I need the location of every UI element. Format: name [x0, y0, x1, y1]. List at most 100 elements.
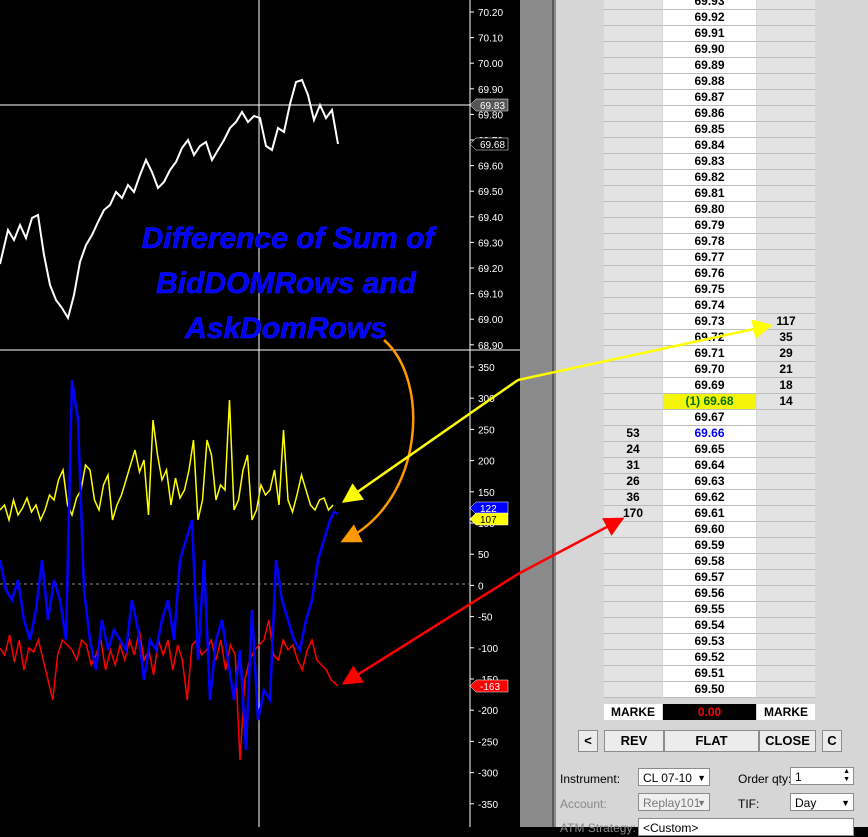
bid-cell[interactable]	[604, 170, 662, 186]
price-cell[interactable]: 69.86	[663, 106, 756, 122]
bid-cell[interactable]	[604, 186, 662, 202]
price-cell[interactable]: 69.78	[663, 234, 756, 250]
bid-cell[interactable]	[604, 90, 662, 106]
price-cell[interactable]: 69.53	[663, 634, 756, 650]
bid-cell[interactable]	[604, 0, 662, 10]
bid-cell[interactable]	[604, 554, 662, 570]
bid-cell[interactable]	[604, 682, 662, 698]
price-cell[interactable]: 69.85	[663, 122, 756, 138]
bid-cell[interactable]	[604, 202, 662, 218]
price-cell[interactable]: 69.76	[663, 266, 756, 282]
ask-cell[interactable]	[757, 618, 815, 634]
close-button[interactable]: CLOSE	[759, 730, 816, 752]
ask-cell[interactable]	[757, 266, 815, 282]
price-cell[interactable]: 69.59	[663, 538, 756, 554]
price-cell[interactable]: 69.73	[663, 314, 756, 330]
price-cell[interactable]: 69.79	[663, 218, 756, 234]
bid-cell[interactable]	[604, 410, 662, 426]
price-cell[interactable]: 69.89	[663, 58, 756, 74]
price-cell[interactable]: 69.65	[663, 442, 756, 458]
price-cell[interactable]: 69.69	[663, 378, 756, 394]
spinner-icon[interactable]: ▲ ▼	[843, 768, 850, 784]
ask-cell[interactable]	[757, 554, 815, 570]
c-button[interactable]: C	[822, 730, 842, 752]
bid-cell[interactable]	[604, 586, 662, 602]
bid-cell[interactable]	[604, 266, 662, 282]
ask-cell[interactable]: 21	[757, 362, 815, 378]
ask-cell[interactable]	[757, 234, 815, 250]
price-cell[interactable]: 69.71	[663, 346, 756, 362]
bid-cell[interactable]	[604, 10, 662, 26]
ask-cell[interactable]	[757, 202, 815, 218]
price-cell[interactable]: 69.87	[663, 90, 756, 106]
price-cell[interactable]: 69.80	[663, 202, 756, 218]
ask-cell[interactable]	[757, 170, 815, 186]
price-cell[interactable]: 69.66	[663, 426, 756, 442]
ask-cell[interactable]	[757, 0, 815, 10]
bid-cell[interactable]	[604, 250, 662, 266]
price-cell[interactable]: 69.74	[663, 298, 756, 314]
ask-cell[interactable]	[757, 410, 815, 426]
ask-cell[interactable]	[757, 122, 815, 138]
bid-cell[interactable]	[604, 378, 662, 394]
bid-cell[interactable]	[604, 650, 662, 666]
ask-cell[interactable]: 18	[757, 378, 815, 394]
bid-cell[interactable]	[604, 634, 662, 650]
price-cell[interactable]: 69.91	[663, 26, 756, 42]
chart-area[interactable]: 70.2070.1070.0069.9069.8069.7069.6069.50…	[0, 0, 520, 827]
bid-cell[interactable]	[604, 362, 662, 378]
price-cell[interactable]: 69.58	[663, 554, 756, 570]
price-cell[interactable]: 69.72	[663, 330, 756, 346]
atm-select[interactable]: <Custom>	[638, 818, 854, 836]
ask-cell[interactable]	[757, 442, 815, 458]
price-cell[interactable]: (1) 69.68	[663, 394, 756, 410]
ask-cell[interactable]	[757, 522, 815, 538]
tif-select[interactable]: Day ▼	[790, 793, 854, 811]
price-cell[interactable]: 69.88	[663, 74, 756, 90]
price-cell[interactable]: 69.82	[663, 170, 756, 186]
bid-cell[interactable]	[604, 154, 662, 170]
price-cell[interactable]: 69.63	[663, 474, 756, 490]
ask-cell[interactable]	[757, 634, 815, 650]
bid-cell[interactable]	[604, 314, 662, 330]
price-cell[interactable]: 69.64	[663, 458, 756, 474]
ask-cell[interactable]	[757, 586, 815, 602]
bid-cell[interactable]	[604, 74, 662, 90]
bid-cell[interactable]	[604, 26, 662, 42]
ask-cell[interactable]: 117	[757, 314, 815, 330]
bid-cell[interactable]: 31	[604, 458, 662, 474]
price-cell[interactable]: 69.75	[663, 282, 756, 298]
bid-cell[interactable]: 36	[604, 490, 662, 506]
price-cell[interactable]: 69.92	[663, 10, 756, 26]
bid-cell[interactable]	[604, 298, 662, 314]
price-cell[interactable]: 69.84	[663, 138, 756, 154]
price-cell[interactable]: 69.50	[663, 682, 756, 698]
bid-cell[interactable]: 24	[604, 442, 662, 458]
left-arrow-button[interactable]: <	[578, 730, 598, 752]
ask-cell[interactable]	[757, 10, 815, 26]
ask-cell[interactable]	[757, 138, 815, 154]
bid-cell[interactable]	[604, 42, 662, 58]
ask-cell[interactable]	[757, 26, 815, 42]
bid-cell[interactable]	[604, 58, 662, 74]
bid-cell[interactable]	[604, 106, 662, 122]
ask-cell[interactable]	[757, 74, 815, 90]
order-qty-stepper[interactable]: 1 ▲ ▼	[790, 767, 854, 785]
ask-cell[interactable]	[757, 538, 815, 554]
price-cell[interactable]: 69.57	[663, 570, 756, 586]
price-cell[interactable]: 69.81	[663, 186, 756, 202]
market-bid-button[interactable]: MARKE	[604, 704, 662, 720]
ask-cell[interactable]	[757, 250, 815, 266]
price-cell[interactable]: 69.56	[663, 586, 756, 602]
ask-cell[interactable]	[757, 218, 815, 234]
ask-cell[interactable]	[757, 90, 815, 106]
price-cell[interactable]: 69.83	[663, 154, 756, 170]
price-cell[interactable]: 69.60	[663, 522, 756, 538]
bid-cell[interactable]	[604, 138, 662, 154]
bid-cell[interactable]	[604, 538, 662, 554]
ask-cell[interactable]: 14	[757, 394, 815, 410]
ask-cell[interactable]	[757, 602, 815, 618]
ask-cell[interactable]	[757, 682, 815, 698]
ask-cell[interactable]	[757, 506, 815, 522]
price-cell[interactable]: 69.77	[663, 250, 756, 266]
